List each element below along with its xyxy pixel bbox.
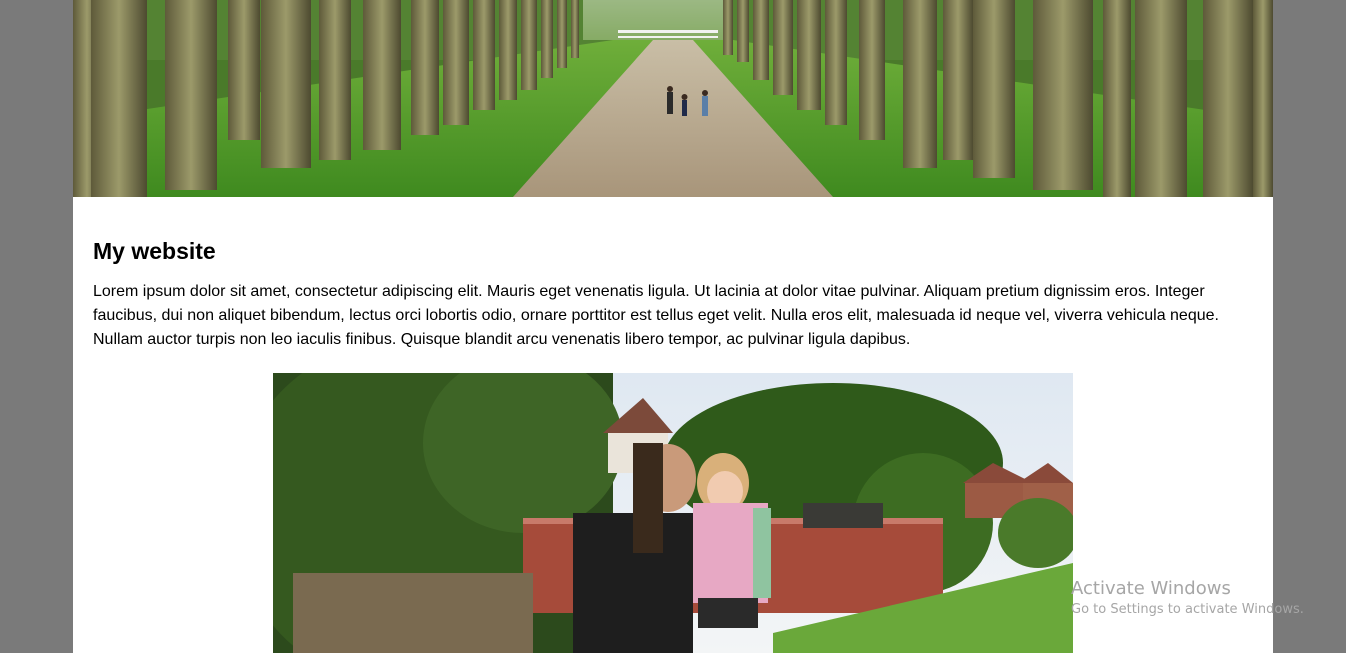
page-container: My website Lorem ipsum dolor sit amet, c… [73, 0, 1273, 653]
main-content: My website Lorem ipsum dolor sit amet, c… [93, 236, 1253, 352]
header-banner-image [73, 0, 1273, 197]
intro-paragraph: Lorem ipsum dolor sit amet, consectetur … [93, 283, 1219, 348]
family-photo [273, 373, 1073, 653]
page-title: My website [93, 238, 216, 264]
